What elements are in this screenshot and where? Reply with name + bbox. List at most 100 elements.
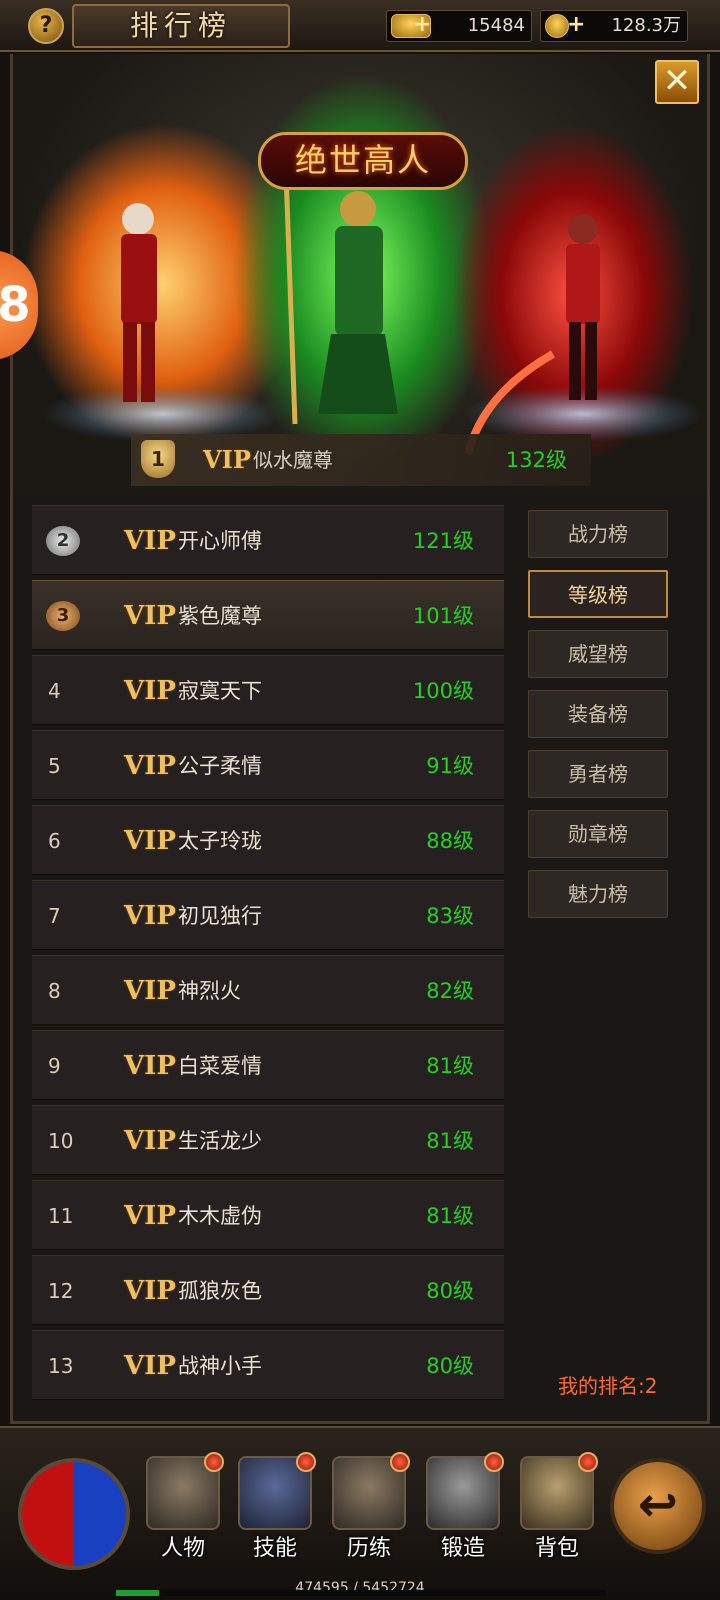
bronze-medal-icon: 3	[46, 601, 80, 631]
player-level: 83级	[426, 904, 474, 928]
player-level: 88级	[426, 829, 474, 853]
player-level: 132级	[505, 448, 567, 472]
vip-badge: VIP	[124, 1051, 176, 1081]
tab-charm[interactable]: 魅力榜	[528, 870, 668, 918]
rank-number: 5	[48, 754, 61, 778]
vip-badge: VIP	[124, 1351, 176, 1381]
vip-badge: VIP	[124, 976, 176, 1006]
nav-label: 人物	[160, 1536, 205, 1561]
add-gold-ingot-button[interactable]: +	[413, 13, 431, 37]
coin-value: 128.3万	[611, 15, 681, 36]
tab-brave[interactable]: 勇者榜	[528, 750, 668, 798]
player-level: 101级	[412, 604, 474, 628]
vip-badge: VIP	[124, 901, 176, 931]
notification-dot	[296, 1452, 316, 1472]
rank-number: 12	[48, 1279, 74, 1303]
player-name: 紫色魔尊	[178, 604, 262, 628]
nav-skills-button[interactable]: 技能	[232, 1450, 318, 1570]
player-name: 太子玲珑	[178, 829, 262, 853]
rank-number: 13	[48, 1354, 74, 1378]
top-three-showcase: 绝世高人 ✕ 1 VIP 似水魔尊 132级	[13, 54, 707, 494]
rank-number: 7	[48, 904, 61, 928]
silver-medal-icon: 2	[46, 526, 80, 556]
player-level: 80级	[426, 1354, 474, 1378]
player-level: 81级	[426, 1054, 474, 1078]
player-name: 似水魔尊	[253, 448, 333, 472]
player-name: 初见独行	[178, 904, 262, 928]
title-banner: 绝世高人	[258, 132, 468, 190]
first-place-row[interactable]: 1 VIP 似水魔尊 132级	[131, 434, 591, 486]
close-button[interactable]: ✕	[655, 60, 699, 104]
add-coins-button[interactable]: +	[567, 13, 585, 37]
player-level: 80级	[426, 1279, 474, 1303]
vip-badge: VIP	[124, 1201, 176, 1231]
vip-badge: VIP	[124, 601, 176, 631]
table-row[interactable]: 3 VIP 紫色魔尊 101级	[32, 580, 504, 650]
top-bar: ? 排行榜 + 15484 + 128.3万	[0, 0, 720, 52]
tab-combat-power[interactable]: 战力榜	[528, 510, 668, 558]
hp-mp-orb	[18, 1458, 130, 1570]
rank-number: 9	[48, 1054, 61, 1078]
player-name: 寂寞天下	[178, 679, 262, 703]
table-row[interactable]: 10 VIP 生活龙少 81级	[32, 1105, 504, 1175]
nav-bag-button[interactable]: 背包	[514, 1450, 600, 1570]
table-row[interactable]: 6 VIP 太子玲珑 88级	[32, 805, 504, 875]
nav-label: 锻造	[440, 1536, 485, 1561]
table-row[interactable]: 13 VIP 战神小手 80级	[32, 1330, 504, 1400]
coin-balance: + 128.3万	[540, 10, 688, 42]
vip-badge: VIP	[124, 751, 176, 781]
experience-bar	[116, 1590, 606, 1596]
player-name: 木木虚伪	[178, 1204, 262, 1228]
vip-badge: VIP	[124, 1276, 176, 1306]
copper-coin-icon	[545, 14, 569, 38]
player-name: 生活龙少	[178, 1129, 262, 1153]
back-button[interactable]: ↩	[610, 1458, 706, 1554]
player-name: 神烈火	[178, 979, 241, 1003]
back-arrow-icon: ↩	[637, 1477, 679, 1533]
bottom-nav-bar: 人物 技能 历练 锻造 背包 ↩ 474595 / 5452724	[0, 1426, 720, 1600]
table-row[interactable]: 8 VIP 神烈火 82级	[32, 955, 504, 1025]
table-row[interactable]: 5 VIP 公子柔情 91级	[32, 730, 504, 800]
table-row[interactable]: 2 VIP 开心师傅 121级	[32, 505, 504, 575]
help-button[interactable]: ?	[28, 8, 64, 44]
close-x-icon: ✕	[662, 61, 692, 101]
gold-ingot-balance: + 15484	[386, 10, 532, 42]
notification-dot	[578, 1452, 598, 1472]
table-row[interactable]: 11 VIP 木木虚伪 81级	[32, 1180, 504, 1250]
player-name: 孤狼灰色	[178, 1279, 262, 1303]
rank-number: 8	[48, 979, 61, 1003]
player-name: 白菜爱情	[178, 1054, 262, 1078]
notification-dot	[484, 1452, 504, 1472]
nav-label: 背包	[534, 1536, 579, 1561]
table-row[interactable]: 4 VIP 寂寞天下 100级	[32, 655, 504, 725]
vip-badge: VIP	[124, 826, 176, 856]
player-name: 公子柔情	[178, 754, 262, 778]
page-title: 排行榜	[72, 4, 290, 48]
rank-number: 4	[48, 679, 61, 703]
rank-number: 11	[48, 1204, 74, 1228]
nav-training-button[interactable]: 历练	[326, 1450, 412, 1570]
vip-badge: VIP	[203, 445, 251, 474]
experience-fill	[116, 1590, 159, 1596]
nav-character-button[interactable]: 人物	[140, 1450, 226, 1570]
player-level: 121级	[412, 529, 474, 553]
vip-badge: VIP	[124, 676, 176, 706]
tab-prestige[interactable]: 威望榜	[528, 630, 668, 678]
gold-medal-icon: 1	[141, 440, 175, 478]
vip-badge: VIP	[124, 1126, 176, 1156]
tab-medal[interactable]: 勋章榜	[528, 810, 668, 858]
table-row[interactable]: 9 VIP 白菜爱情 81级	[32, 1030, 504, 1100]
vip-badge: VIP	[124, 526, 176, 556]
table-row[interactable]: 12 VIP 孤狼灰色 80级	[32, 1255, 504, 1325]
player-level: 81级	[426, 1204, 474, 1228]
tab-level[interactable]: 等级榜	[528, 570, 668, 618]
player-name: 开心师傅	[178, 529, 262, 553]
table-row[interactable]: 7 VIP 初见独行 83级	[32, 880, 504, 950]
nav-label: 历练	[346, 1536, 391, 1561]
nav-label: 技能	[252, 1536, 297, 1561]
hero-artwork	[23, 74, 703, 474]
player-level: 100级	[412, 679, 474, 703]
tab-equipment[interactable]: 装备榜	[528, 690, 668, 738]
nav-forge-button[interactable]: 锻造	[420, 1450, 506, 1570]
my-rank-label: 我的排名:2	[558, 1374, 658, 1398]
